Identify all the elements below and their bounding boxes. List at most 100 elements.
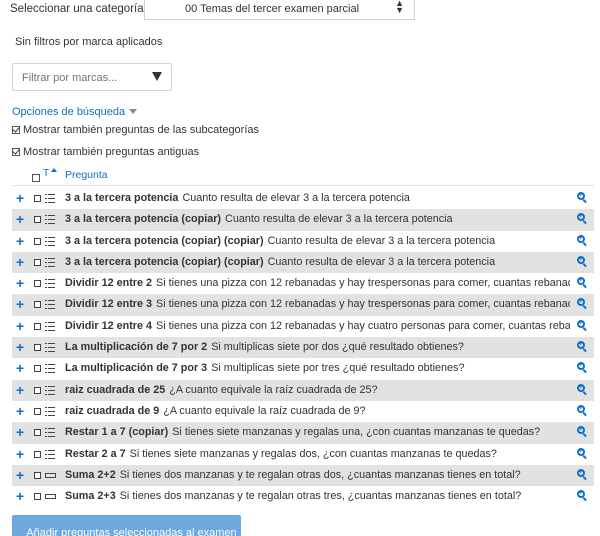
category-select[interactable]: 00 Temas del tercer examen parcial ▲ ▼ xyxy=(144,0,415,20)
preview-zoom-icon[interactable]: + xyxy=(577,404,588,417)
multichoice-icon xyxy=(45,300,55,310)
question-checkbox[interactable] xyxy=(34,429,41,437)
preview-zoom-icon[interactable]: + xyxy=(577,362,588,374)
question-checkbox[interactable] xyxy=(34,216,41,224)
table-row: +3 a la tercera potencia (copiar) Cuanto … xyxy=(12,209,594,231)
question-text: raiz cuadrada de 9 ¿A cuanto equivale la … xyxy=(65,405,570,417)
question-body: Cuanto resulta de elevar 3 a la tercera … xyxy=(182,192,410,204)
add-to-quiz-icon[interactable]: + xyxy=(16,212,24,226)
question-text: Dividir 12 entre 3 Si tienes una pizza co… xyxy=(65,298,570,310)
question-body: Si tienes una pizza con 12 rebanadas y h… xyxy=(156,319,570,332)
question-checkbox[interactable] xyxy=(34,301,41,309)
question-text: La multiplicación de 7 por 2 Si multiplic… xyxy=(65,341,570,353)
question-checkbox[interactable] xyxy=(34,344,41,352)
preview-zoom-icon[interactable]: + xyxy=(577,468,588,481)
question-name: Restar 1 a 7 (copiar) xyxy=(65,426,169,439)
multichoice-icon xyxy=(45,428,55,438)
add-to-quiz-icon[interactable]: + xyxy=(16,383,24,397)
table-row: + Dividir 12 entre 3 Si tienes una pizza c… xyxy=(12,294,594,316)
add-to-quiz-icon[interactable]: + xyxy=(16,447,24,461)
expand-triangle-icon xyxy=(129,109,138,114)
add-to-quiz-icon[interactable]: + xyxy=(16,319,24,333)
question-name: Restar 2 a 7 xyxy=(65,447,126,460)
table-row: +3 a la tercera potencia (copiar) (copia… xyxy=(12,231,594,252)
old-questions-label: Mostrar también preguntas antiguas xyxy=(23,146,200,158)
question-checkbox[interactable] xyxy=(34,471,41,479)
question-name: Dividir 12 entre 3 xyxy=(65,298,153,311)
preview-zoom-icon[interactable]: + xyxy=(577,192,588,204)
add-selected-button[interactable]: Añadir preguntas seleccionadas al examen xyxy=(12,515,241,536)
category-label: Seleccionar una categoría: xyxy=(10,3,147,15)
question-text: 3 a la tercera potencia Cuanto resulta de… xyxy=(65,192,570,204)
tag-filter-dropdown[interactable]: Filtrar por marcas... xyxy=(12,63,172,91)
add-to-quiz-icon[interactable]: + xyxy=(16,489,24,503)
question-checkbox[interactable] xyxy=(34,280,41,288)
question-name: raiz cuadrada de 25 xyxy=(65,383,166,396)
add-to-quiz-icon[interactable]: + xyxy=(16,425,24,439)
add-to-quiz-icon[interactable]: + xyxy=(16,404,24,418)
search-options-toggle[interactable]: Opciones de búsqueda xyxy=(12,106,138,118)
multichoice-icon xyxy=(45,257,55,267)
question-checkbox[interactable] xyxy=(34,450,41,458)
add-to-quiz-icon[interactable]: + xyxy=(16,361,24,375)
question-text: 3 a la tercera potencia (copiar) (copiar… xyxy=(65,235,570,247)
add-to-quiz-icon[interactable]: + xyxy=(16,276,24,290)
multichoice-icon xyxy=(45,194,55,203)
sort-by-type-link[interactable]: T xyxy=(43,168,49,179)
question-body: Si multiplicas siete por tres ¿qué resul… xyxy=(211,362,465,375)
question-checkbox[interactable] xyxy=(34,195,41,202)
table-row: + Dividir 12 entre 2 Si tienes una pizza c… xyxy=(12,273,594,294)
category-selected-value: 00 Temas del tercer examen parcial xyxy=(185,3,360,15)
preview-zoom-icon[interactable]: + xyxy=(577,298,588,310)
preview-zoom-icon[interactable]: + xyxy=(577,447,588,459)
table-row: + Dividir 12 entre 4 Si tienes una pizza c… xyxy=(12,316,594,337)
table-row: + Restar 1 a 7 (copiar) Si tienes siete ma… xyxy=(12,422,594,444)
add-to-quiz-icon[interactable]: + xyxy=(16,255,24,269)
question-body: ¿A cuanto equivale la raíz cuadrada de 2… xyxy=(169,383,378,396)
question-checkbox[interactable] xyxy=(34,386,41,394)
question-checkbox[interactable] xyxy=(34,237,41,245)
table-row: + La multiplicación de 7 por 2 Si multipli… xyxy=(12,337,594,359)
preview-zoom-icon[interactable]: + xyxy=(577,255,588,268)
shortanswer-icon xyxy=(45,494,56,500)
question-checkbox[interactable] xyxy=(34,407,41,415)
question-name: 3 a la tercera potencia (copiar) xyxy=(65,213,222,226)
question-checkbox[interactable] xyxy=(34,493,41,501)
question-checkbox[interactable] xyxy=(34,258,41,266)
question-text: Restar 2 a 7 Si tienes siete manzanas y r… xyxy=(65,448,570,460)
question-text: Restar 1 a 7 (copiar) Si tienes siete man… xyxy=(65,426,570,438)
tag-filter-placeholder: Filtrar por marcas... xyxy=(22,72,118,84)
add-to-quiz-icon[interactable]: + xyxy=(16,234,24,248)
question-body: Cuanto resulta de elevar 3 a la tercera … xyxy=(267,234,496,247)
preview-zoom-icon[interactable]: + xyxy=(577,213,588,225)
question-body: Si tienes una pizza con 12 rebanadas y h… xyxy=(156,277,570,290)
preview-zoom-icon[interactable]: + xyxy=(577,319,588,332)
add-to-quiz-icon[interactable]: + xyxy=(16,297,24,311)
question-text: Dividir 12 entre 2 Si tienes una pizza co… xyxy=(65,277,570,289)
preview-zoom-icon[interactable]: + xyxy=(577,234,588,246)
sort-by-question-link[interactable]: Pregunta xyxy=(65,169,108,181)
question-text: raiz cuadrada de 25 ¿A cuanto equivale la… xyxy=(65,384,570,396)
question-body: Si tienes una pizza con 12 rebanadas y h… xyxy=(156,298,570,311)
question-name: La multiplicación de 7 por 3 xyxy=(65,362,208,375)
multichoice-icon xyxy=(45,385,55,395)
preview-zoom-icon[interactable]: + xyxy=(577,341,588,353)
question-text: 3 a la tercera potencia (copiar) (copiar… xyxy=(65,256,570,268)
question-checkbox[interactable] xyxy=(34,322,41,330)
preview-zoom-icon[interactable]: + xyxy=(577,383,588,395)
add-to-quiz-icon[interactable]: + xyxy=(16,191,24,205)
question-body: Si tienes siete manzanas y regalas una, … xyxy=(172,426,541,439)
preview-zoom-icon[interactable]: + xyxy=(577,490,588,502)
preview-zoom-icon[interactable]: + xyxy=(577,277,588,289)
old-questions-checkbox[interactable] xyxy=(12,148,20,156)
show-subcategories-option[interactable]: Mostrar también preguntas de las subcate… xyxy=(12,124,259,136)
show-old-questions-option[interactable]: Mostrar también preguntas antiguas xyxy=(12,146,199,158)
preview-zoom-icon[interactable]: + xyxy=(577,426,588,438)
question-body: Cuanto resulta de elevar 3 a la tercera … xyxy=(225,213,453,226)
subcategories-checkbox[interactable] xyxy=(12,126,20,134)
category-row: Seleccionar una categoría: 00 Temas del … xyxy=(0,0,600,22)
add-to-quiz-icon[interactable]: + xyxy=(16,340,24,354)
select-all-checkbox[interactable] xyxy=(32,174,40,182)
add-to-quiz-icon[interactable]: + xyxy=(16,468,24,482)
question-checkbox[interactable] xyxy=(34,365,41,373)
